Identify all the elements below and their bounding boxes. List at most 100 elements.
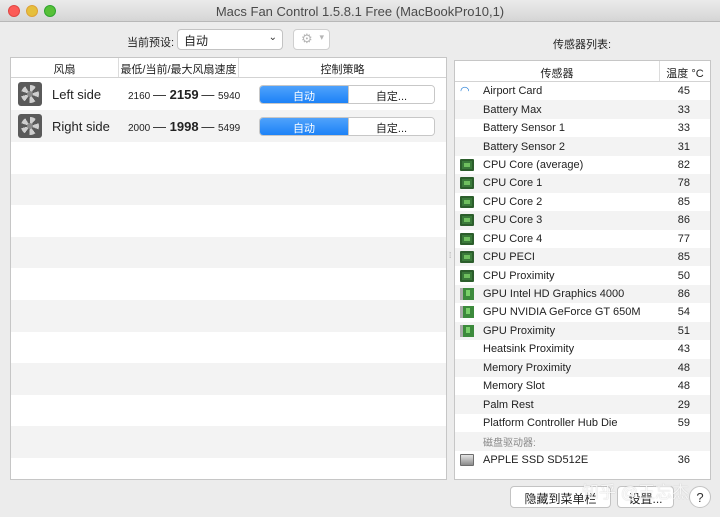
sensor-row[interactable]: CPU Core 1 78 [455,174,710,193]
help-button[interactable]: ? [689,486,711,508]
watermark: 知乎 @王忘杰 [582,483,689,502]
sensor-value: 48 [677,380,690,393]
sensor-name: Memory Slot [483,380,545,393]
window-title: Macs Fan Control 1.5.8.1 Free (MacBookPr… [215,4,505,19]
auto-mode-button[interactable]: 自动 [260,85,348,103]
custom-mode-button[interactable]: 自定... [348,85,434,103]
sensor-value: 45 [677,85,690,98]
sensor-row[interactable]: Battery Sensor 2 31 [455,137,710,156]
fan-current-speed: 2159 [169,86,199,102]
sensor-value: 85 [677,195,690,208]
sensor-row[interactable]: CPU Core 2 85 [455,193,710,211]
auto-mode-button[interactable]: 自动 [260,117,348,135]
sensor-name: GPU NVIDIA GeForce GT 650M [483,306,641,319]
fan-name: Right side [52,118,110,134]
sensor-row[interactable]: ◠ Airport Card 45 [455,82,710,100]
sensor-row[interactable]: CPU Core 4 77 [455,230,710,248]
sensor-table: 传感器 温度 °C ◠ Airport Card 45 Battery Max … [454,60,711,480]
sensor-value: 59 [677,417,690,430]
sensor-row[interactable]: CPU Core 3 86 [455,211,710,230]
sensor-value: 50 [677,269,690,282]
fan-current-speed: 1998 [169,118,199,134]
cpu-icon [460,269,474,282]
cpu-icon [460,177,474,190]
column-header-speed[interactable]: 最低/当前/最大风扇速度 [119,58,239,77]
cpu-icon [460,214,474,227]
sensor-name: CPU Proximity [483,269,555,282]
sensor-row[interactable]: CPU Core (average) 82 [455,156,710,174]
column-header-policy[interactable]: 控制策略 [239,58,446,77]
cpu-icon [460,195,474,208]
column-header-sensor[interactable]: 传感器 [455,61,660,81]
sensor-name: GPU Proximity [483,324,556,337]
sensor-name: Memory Proximity [483,361,572,374]
sensor-value: 29 [677,398,690,411]
sensor-name: GPU Intel HD Graphics 4000 [483,288,625,301]
sensor-name: CPU Core 3 [483,214,543,227]
sensor-table-header: 传感器 温度 °C [455,61,710,82]
sensor-row[interactable]: CPU PECI 85 [455,247,710,267]
sensor-value: 54 [677,306,690,319]
sensor-value: 33 [677,103,690,116]
sensor-name: Heatsink Proximity [483,343,575,356]
sensor-row[interactable]: GPU Intel HD Graphics 4000 86 [455,284,710,304]
sensor-name: CPU Core 4 [483,232,543,245]
sensor-row[interactable]: GPU NVIDIA GeForce GT 650M 54 [455,303,710,321]
fan-control-segment: 自动 自定... [259,84,435,104]
sensor-name: Platform Controller Hub Die [483,417,618,430]
disk-group-label: 磁盘驱动器: [483,438,536,450]
sensor-row[interactable]: Platform Controller Hub Die 59 [455,414,710,432]
preset-options-button[interactable]: ⚙ ▾ [293,29,330,50]
sensor-row[interactable]: APPLE SSD SD512E 36 [455,451,710,469]
sensor-group-row: 磁盘驱动器: [455,432,710,451]
column-header-temperature[interactable]: 温度 °C [660,61,710,81]
chevron-up-down-icon: ⌄ [268,32,277,43]
sensor-list-title: 传感器列表: [553,39,612,51]
fan-max-speed: 5499 [217,122,241,134]
sensor-row[interactable]: GPU Proximity 51 [455,321,710,341]
sensor-row[interactable]: Memory Proximity 48 [455,358,710,377]
sensor-value: 85 [677,251,690,264]
fan-table-header: 风扇 最低/当前/最大风扇速度 控制策略 [11,58,446,78]
cpu-icon [460,158,474,171]
gpu-icon [460,324,474,337]
sensor-row[interactable]: CPU Proximity 50 [455,266,710,284]
sensor-name: Battery Max [483,103,542,116]
fan-row-left[interactable]: Left side 2160 — 2159 — 5940 自动 自定... [11,78,446,110]
sensor-value: 86 [677,288,690,301]
sensor-value: 48 [677,361,690,374]
sensor-value: 36 [677,453,690,466]
sensor-row[interactable]: Battery Sensor 1 33 [455,119,710,137]
fan-speeds: 2160 — 2159 — 5940 [128,86,241,102]
fan-icon [18,82,42,106]
fan-icon [18,114,42,138]
fan-control-segment: 自动 自定... [259,116,435,136]
preset-select[interactable]: 自动 ⌄ [177,29,283,50]
cpu-icon [460,251,474,264]
preset-value: 自动 [184,34,209,48]
sensor-name: Battery Sensor 1 [483,122,565,135]
sensor-row[interactable]: Heatsink Proximity 43 [455,340,710,358]
sensor-value: 51 [677,324,690,337]
custom-mode-button[interactable]: 自定... [348,117,434,135]
sensor-row[interactable]: Battery Max 33 [455,100,710,119]
sensor-name: CPU Core 2 [483,195,543,208]
sensor-row[interactable]: Palm Rest 29 [455,395,710,414]
sensor-value: 82 [677,158,690,171]
sensor-value: 43 [677,343,690,356]
sensor-row[interactable]: Memory Slot 48 [455,377,710,395]
fan-name: Left side [52,86,102,102]
split-view-divider-handle[interactable]: ⁞ [449,251,451,260]
gpu-icon [460,288,474,301]
title-bar: Macs Fan Control 1.5.8.1 Free (MacBookPr… [0,0,720,22]
ssd-icon [460,453,474,466]
sensor-name: Palm Rest [483,398,534,411]
sensor-name: Airport Card [483,85,543,98]
fan-table: 风扇 最低/当前/最大风扇速度 控制策略 Left side 2160 — 21… [10,57,447,480]
fan-speeds: 2000 — 1998 — 5499 [128,118,241,134]
fan-row-right[interactable]: Right side 2000 — 1998 — 5499 自动 自定... [11,110,446,142]
wifi-icon: ◠ [460,85,470,98]
chevron-down-icon: ▾ [319,32,324,42]
column-header-fan[interactable]: 风扇 [11,58,119,77]
sensor-name: CPU PECI [483,251,535,264]
